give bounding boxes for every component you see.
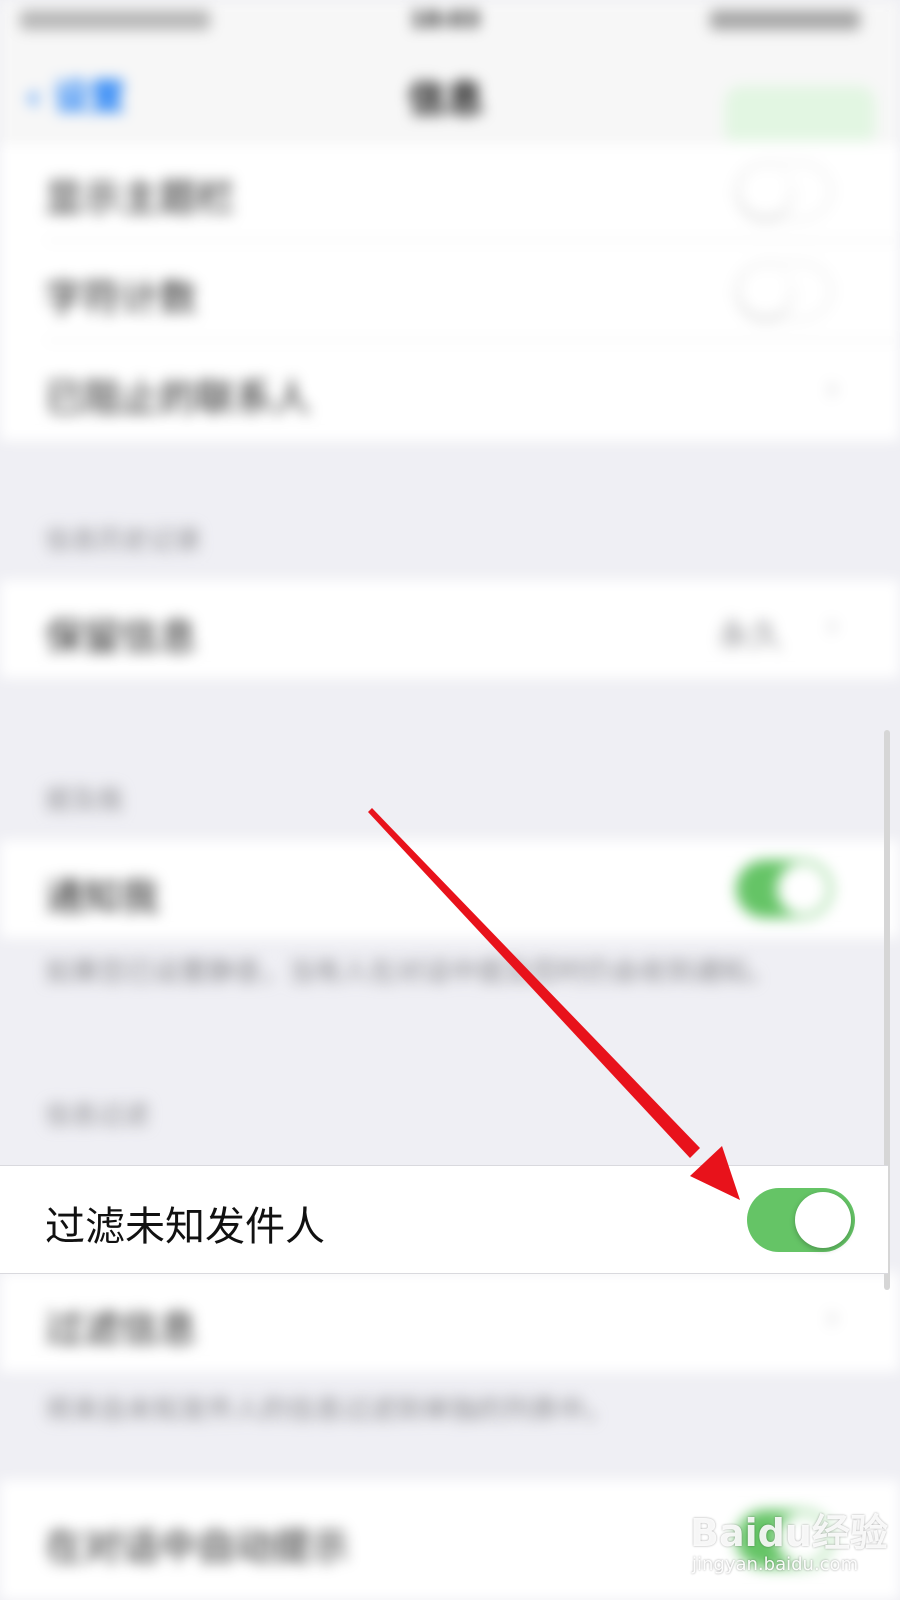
settings-row-filter-messages[interactable]: 过滤信息 › [0, 1272, 900, 1372]
settings-row-notify-me[interactable]: 通知我 [0, 840, 900, 938]
toggle-on[interactable] [736, 860, 832, 918]
battery-icon [710, 10, 860, 30]
row-label: 字符计数 [45, 276, 198, 320]
filter-unknown-senders-toggle[interactable] [747, 1188, 855, 1252]
navigation-bar: ‹ 设置 信息 [0, 46, 900, 146]
section-header-filter: 信息过滤 [45, 1101, 150, 1131]
settings-row-keep-messages[interactable]: 保留信息 永久 › [0, 580, 900, 678]
section-footer-filter: 将来自未知发件人的信息过滤到单独的列表中。 [45, 1395, 612, 1426]
row-label: 通知我 [45, 875, 160, 919]
status-bar: 18:03 [0, 0, 900, 46]
settings-group-history: 保留信息 永久 › [0, 580, 900, 678]
settings-row-subject[interactable]: 显示主题栏 [0, 141, 900, 241]
row-value: 永久 [718, 616, 783, 654]
watermark-url: jingyan.baidu.com [692, 1554, 859, 1575]
toggle-knob [795, 1192, 851, 1248]
toggle-off[interactable] [736, 262, 832, 320]
chevron-right-icon: › [826, 1298, 839, 1336]
nav-right-area [725, 86, 875, 146]
back-button[interactable]: ‹ 设置 [26, 68, 125, 120]
section-footer-mention: 如果您已设置静音，当有人在对话中提及您时仍会收到通知。 [45, 957, 774, 988]
watermark-brand: Baidu经验 [690, 1511, 888, 1555]
signal-icon [20, 10, 210, 30]
settings-group-filter-more: 过滤信息 › [0, 1272, 900, 1372]
row-label: 在对话中自动提示 [45, 1525, 350, 1569]
section-header-mention: 提及我 [45, 786, 124, 816]
settings-row-blocked[interactable]: 已阻止的联系人 › [0, 341, 900, 441]
row-label: 保留信息 [45, 615, 198, 659]
section-header-history: 信息历史记录 [45, 526, 202, 556]
row-label: 过滤未知发件人 [45, 1204, 325, 1250]
row-label: 显示主题栏 [45, 176, 236, 220]
blurred-settings-background: 18:03 ‹ 设置 信息 显示主题栏 字符计数 已阻止的联系人 › 信息历史记… [0, 0, 900, 1600]
row-label: 过滤信息 [45, 1307, 198, 1351]
back-label: 设置 [53, 77, 126, 118]
settings-group-top: 显示主题栏 字符计数 已阻止的联系人 › [0, 141, 900, 441]
baidu-watermark: Baidu经验 jingyan.baidu.com [690, 1502, 890, 1592]
settings-row-filter-unknown-senders[interactable]: 过滤未知发件人 [0, 1165, 888, 1274]
settings-row-char-count[interactable]: 字符计数 [0, 241, 900, 341]
status-time: 18:03 [410, 8, 481, 33]
chevron-right-icon: › [826, 606, 839, 644]
toggle-off[interactable] [736, 162, 832, 220]
chevron-right-icon: › [826, 369, 839, 407]
row-label: 已阻止的联系人 [45, 376, 312, 420]
page-title: 信息 [408, 77, 485, 121]
settings-group-mention: 通知我 [0, 840, 900, 938]
